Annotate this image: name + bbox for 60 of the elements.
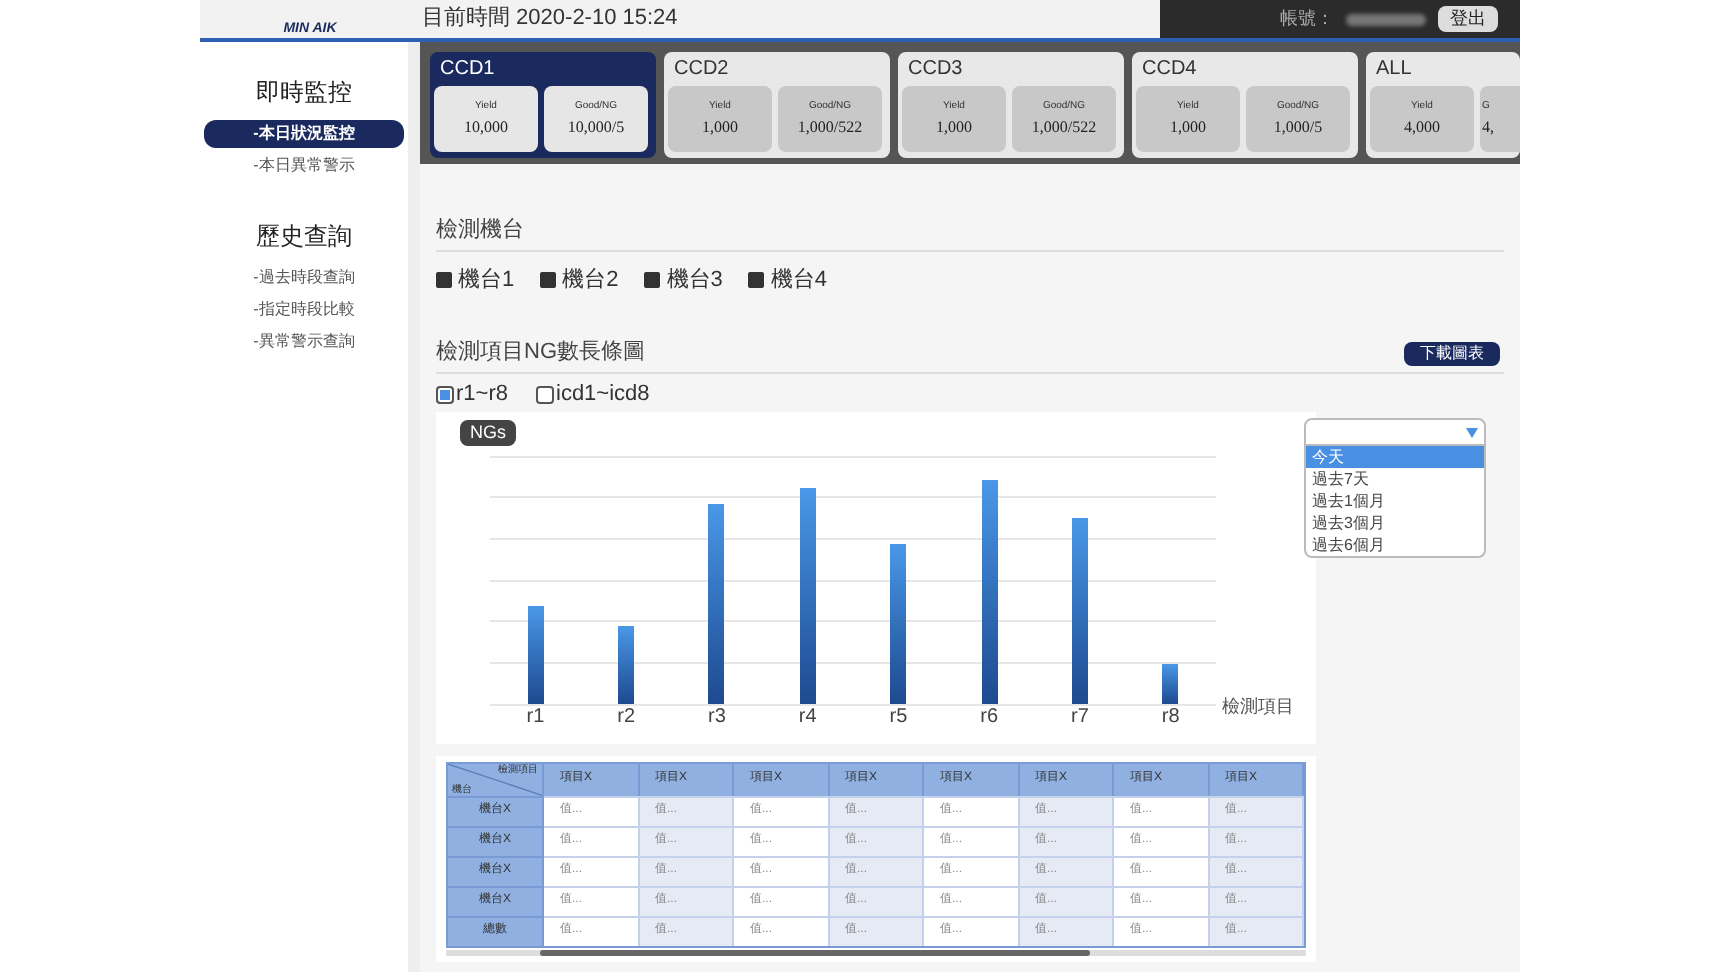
- horizontal-scrollbar[interactable]: [446, 949, 1306, 955]
- current-time: 目前時間 2020-2-10 15:24: [422, 4, 678, 35]
- metric-value: 10,000/5: [567, 115, 625, 139]
- x-axis-label: r5: [889, 705, 908, 729]
- metric-value: 1,000: [702, 115, 738, 139]
- sidebar-item[interactable]: -指定時段比較: [204, 296, 404, 324]
- metric-value: 1,000/5: [1273, 115, 1323, 139]
- x-axis-title: 檢測項目: [1222, 693, 1294, 719]
- metric-value: 4,: [1482, 115, 1494, 139]
- dropdown-option[interactable]: 過去1個月: [1306, 490, 1484, 512]
- checkbox-label: 機台4: [770, 266, 827, 296]
- checkbox[interactable]: [540, 272, 557, 289]
- ccd-tab-name: CCD1: [438, 56, 497, 84]
- metric-value: 4,000: [1404, 115, 1440, 139]
- checkbox-label: icd1~icd8: [556, 380, 650, 411]
- chart-legend: NGs: [460, 419, 516, 445]
- account-label: 帳號：: [1280, 5, 1334, 32]
- sidebar-section-title: 歷史查詢: [256, 220, 352, 254]
- x-axis-label: r7: [1070, 705, 1089, 729]
- checkbox[interactable]: [536, 386, 554, 404]
- ccd-tab-name: CCD4: [1140, 56, 1199, 84]
- chart-bar: [527, 606, 544, 703]
- sidebar-section-title: 即時監控: [256, 76, 352, 110]
- logout-button[interactable]: 登出: [1438, 6, 1498, 32]
- checkbox-label: 機台1: [458, 266, 515, 296]
- metric-value: 10,000: [464, 115, 508, 139]
- checkbox-label: r1~r8: [456, 380, 508, 411]
- checkbox[interactable]: [436, 386, 454, 404]
- checkbox-label: 機台3: [666, 266, 723, 296]
- caret-down-icon: [1466, 427, 1478, 437]
- ccd-tab-name: ALL: [1374, 56, 1414, 84]
- sidebar-item[interactable]: -本日異常警示: [204, 152, 404, 180]
- blurred-account-placeholder: [1346, 13, 1426, 25]
- checkbox[interactable]: [748, 272, 765, 289]
- x-axis-label: r4: [798, 705, 817, 729]
- section-title: 檢測項目NG數長條圖: [436, 337, 645, 365]
- checkbox[interactable]: [644, 272, 661, 289]
- chart-bar: [618, 626, 635, 703]
- download-chart-button[interactable]: 下載圖表: [1404, 341, 1500, 365]
- ccd-tab-name: CCD2: [672, 56, 731, 84]
- x-axis-label: r1: [526, 705, 545, 729]
- x-axis-label: r8: [1161, 705, 1180, 729]
- checkbox[interactable]: [436, 272, 452, 289]
- checkbox-label: 機台2: [562, 266, 619, 296]
- ccd-tab-name: CCD3: [906, 56, 965, 84]
- section-title: 檢測機台: [436, 216, 526, 244]
- dropdown-option[interactable]: 過去7天: [1306, 468, 1484, 490]
- metric-value: 1,000/522: [1031, 115, 1097, 139]
- dropdown-option[interactable]: 過去6個月: [1306, 534, 1484, 556]
- x-axis-label: r6: [980, 705, 999, 729]
- chart-bar: [1162, 663, 1179, 703]
- dropdown-option[interactable]: 過去3個月: [1306, 512, 1484, 534]
- sidebar-item[interactable]: -異常警示查詢: [204, 328, 404, 356]
- metric-value: 1,000: [1170, 115, 1206, 139]
- x-axis-label: r3: [707, 705, 726, 729]
- sidebar-item[interactable]: -本日狀況監控: [204, 120, 404, 148]
- metric-value: 1,000: [936, 115, 972, 139]
- x-axis-label: r2: [617, 705, 636, 729]
- sidebar-item[interactable]: -過去時段查詢: [204, 264, 404, 292]
- metric-value: 1,000/522: [797, 115, 863, 139]
